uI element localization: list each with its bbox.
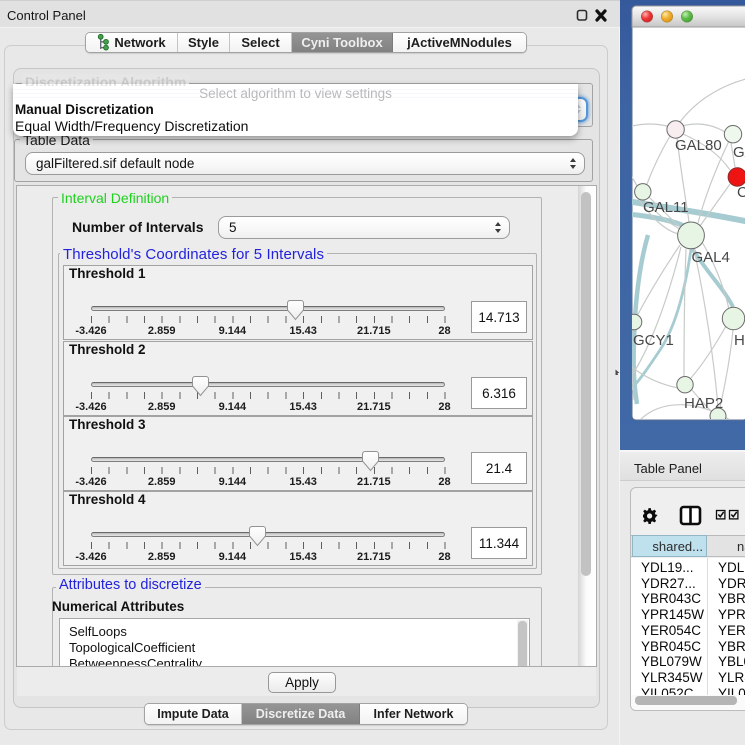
svg-text:GA: GA [733,144,745,161]
svg-text:GCY1: GCY1 [633,332,674,349]
svg-text:GAL11: GAL11 [643,199,689,216]
svg-text:CA: CA [737,184,745,201]
svg-text:GAL80: GAL80 [675,137,722,154]
svg-text:HAP2: HAP2 [684,395,723,412]
svg-text:GAL4: GAL4 [692,249,730,266]
svg-text:HA: HA [734,332,745,349]
